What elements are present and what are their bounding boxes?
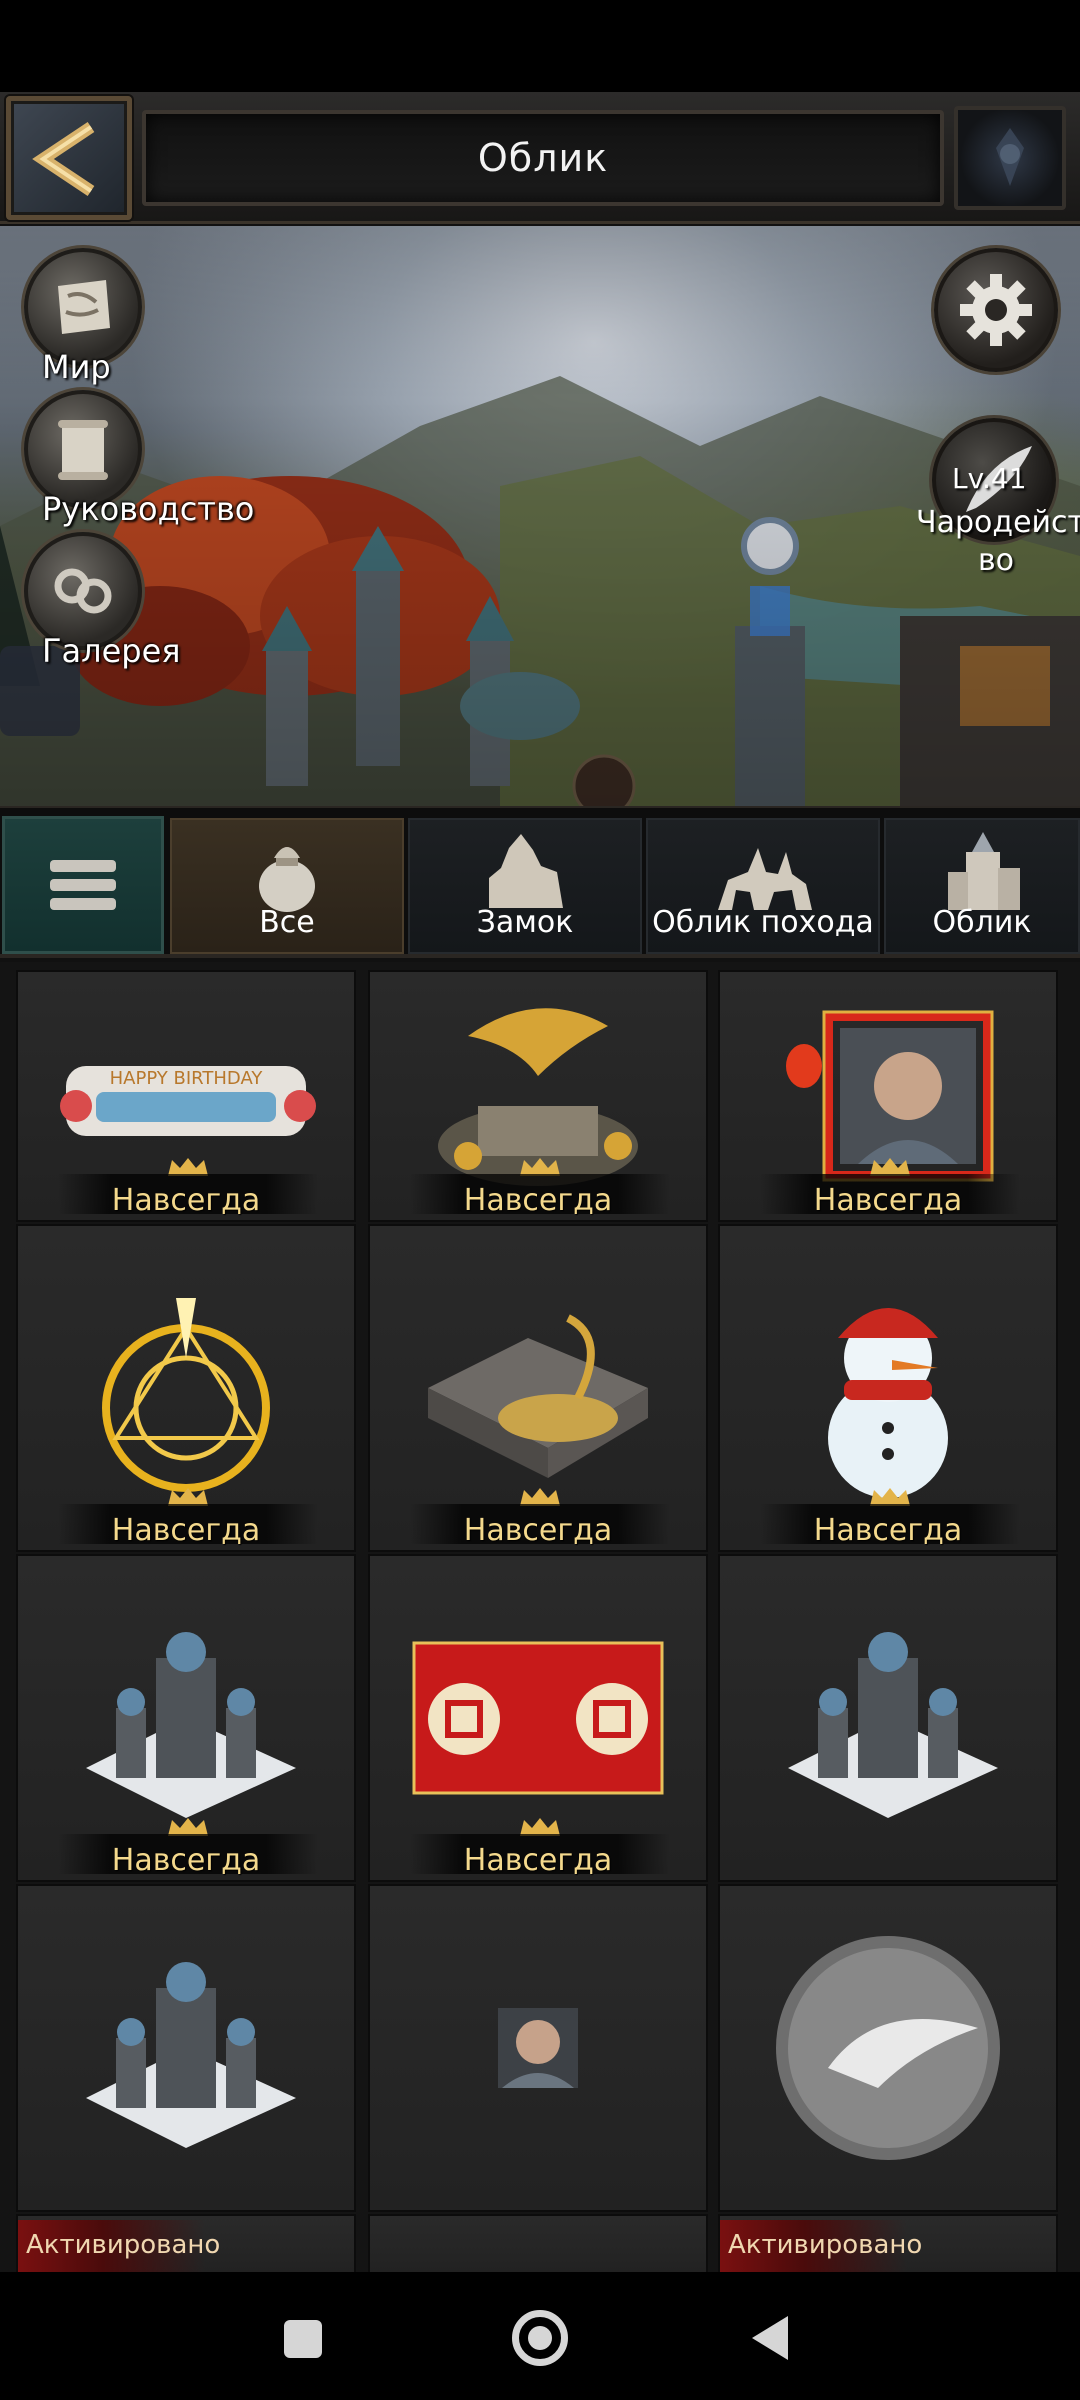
tab-skin[interactable]: Облик bbox=[884, 818, 1080, 954]
sorcery-level: Lv.41 bbox=[952, 462, 1027, 495]
recent-apps-icon[interactable] bbox=[284, 2320, 322, 2358]
home-icon[interactable] bbox=[512, 2310, 568, 2366]
settings-button[interactable] bbox=[934, 248, 1058, 372]
hamburger-icon bbox=[50, 853, 116, 917]
winter-castle-art bbox=[18, 1886, 354, 2210]
svg-text:HAPPY BIRTHDAY: HAPPY BIRTHDAY bbox=[110, 1068, 264, 1089]
skin-card[interactable]: Активировано bbox=[718, 2214, 1060, 2272]
guide-label: Руководство bbox=[42, 490, 255, 528]
header: Облик bbox=[0, 92, 1080, 224]
skin-card[interactable]: Навсегда bbox=[16, 1554, 356, 1882]
activated-badge: Активировано bbox=[18, 2220, 358, 2272]
appearance-screen: Облик Мир Руководство Галерея Lv.41 Чаро… bbox=[0, 0, 1080, 2400]
status-label: Навсегда bbox=[111, 1513, 261, 1548]
tab-castle[interactable]: Замок bbox=[408, 818, 642, 954]
world-button[interactable]: Мир bbox=[24, 248, 154, 386]
emblem-button[interactable] bbox=[954, 106, 1066, 210]
skin-card[interactable]: HAPPY BIRTHDAY Навсегда bbox=[16, 970, 356, 1222]
gear-icon bbox=[960, 274, 1032, 346]
status-label: Навсегда bbox=[813, 1513, 963, 1548]
skin-card[interactable] bbox=[368, 2214, 708, 2272]
skin-card[interactable]: Навсегда bbox=[368, 1224, 708, 1552]
city-scene[interactable]: Мир Руководство Галерея Lv.41 Чародейст … bbox=[0, 226, 1080, 806]
tab-skin-label: Облик bbox=[932, 905, 1032, 940]
guide-button[interactable]: Руководство bbox=[24, 390, 254, 528]
gallery-label: Галерея bbox=[42, 632, 181, 670]
wing-emblem-art bbox=[720, 1886, 1056, 2210]
tab-march-skin[interactable]: Облик похода bbox=[646, 818, 880, 954]
winter-castle-art bbox=[720, 1556, 1056, 1880]
status-label: Навсегда bbox=[111, 1183, 261, 1218]
page-title: Облик bbox=[477, 136, 609, 180]
tab-all-label: Все bbox=[259, 905, 315, 940]
tab-castle-label: Замок bbox=[476, 905, 574, 940]
skin-card[interactable]: Активировано bbox=[16, 2214, 358, 2272]
crest-icon bbox=[996, 128, 1024, 186]
skin-card[interactable]: Навсегда bbox=[718, 1224, 1058, 1552]
back-triangle-icon[interactable] bbox=[752, 2316, 788, 2360]
status-label: Навсегда bbox=[813, 1183, 963, 1218]
skin-card[interactable]: Навсегда bbox=[368, 970, 708, 1222]
skin-card[interactable] bbox=[368, 1884, 708, 2212]
status-label: Навсегда bbox=[111, 1843, 261, 1878]
back-button[interactable] bbox=[6, 96, 132, 220]
system-nav-bar bbox=[0, 2272, 1080, 2400]
title-plate: Облик bbox=[142, 110, 944, 206]
tab-all[interactable]: Все bbox=[170, 818, 404, 954]
status-bar bbox=[0, 0, 1080, 92]
activated-badge: Активировано bbox=[720, 2220, 1060, 2272]
gallery-button[interactable]: Галерея bbox=[24, 532, 181, 670]
sorcery-label: Чародейст во bbox=[916, 505, 1080, 578]
skin-card[interactable] bbox=[16, 1884, 356, 2212]
skin-card[interactable] bbox=[718, 1554, 1058, 1882]
category-tabs: Все Замок Облик похода Облик bbox=[0, 806, 1080, 958]
status-label: Навсегда bbox=[463, 1513, 613, 1548]
world-label: Мир bbox=[42, 348, 111, 386]
status-label: Навсегда bbox=[463, 1843, 613, 1878]
skin-card[interactable]: Навсегда bbox=[718, 970, 1058, 1222]
menu-button[interactable] bbox=[2, 816, 164, 954]
status-label: Навсегда bbox=[463, 1183, 613, 1218]
skin-card[interactable] bbox=[718, 1884, 1058, 2212]
hero-portrait-art bbox=[370, 1886, 706, 2210]
back-arrow-icon bbox=[32, 122, 95, 196]
tab-march-skin-label: Облик похода bbox=[652, 905, 874, 940]
skin-card[interactable]: Навсегда bbox=[16, 1224, 356, 1552]
skin-card[interactable]: Навсегда bbox=[368, 1554, 708, 1882]
skin-grid: HAPPY BIRTHDAY Навсегда Навсегда Навсегд… bbox=[0, 962, 1080, 2272]
